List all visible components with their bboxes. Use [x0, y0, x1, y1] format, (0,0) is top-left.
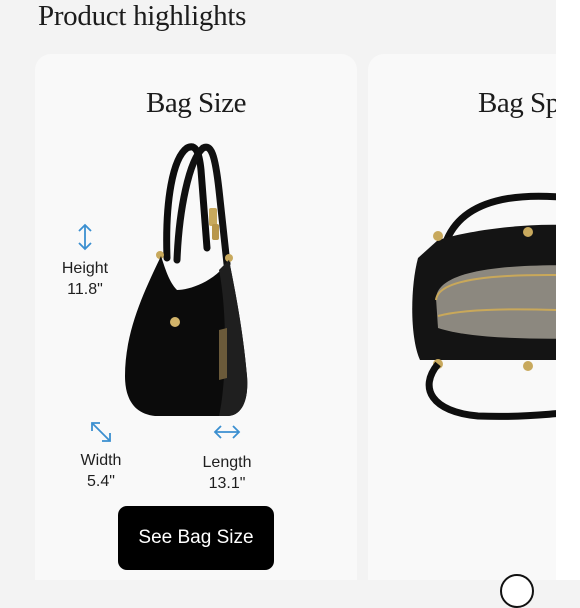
carousel-indicator[interactable]	[500, 574, 534, 608]
length-label: Length	[202, 454, 252, 471]
card-title: Bag Space	[478, 87, 556, 119]
width-label: Width	[80, 452, 122, 469]
vertical-arrow-icon	[78, 223, 92, 251]
height-label: Height	[61, 260, 109, 277]
width-value: 5.4"	[87, 473, 115, 490]
horizontal-arrow-icon	[213, 425, 241, 439]
width-dimension: Width 5.4"	[71, 420, 131, 492]
page-edge	[556, 0, 580, 580]
see-bag-size-button[interactable]: See Bag Size	[118, 506, 274, 570]
height-value: 11.8"	[67, 281, 103, 298]
length-dimension: Length 13.1"	[195, 424, 259, 494]
bag-product-image	[125, 143, 248, 416]
page-title: Product highlights	[38, 0, 247, 32]
bag-space-card: Bag Space	[368, 54, 556, 580]
height-dimension: Height 11.8"	[53, 222, 117, 300]
highlights-carousel[interactable]: Bag Size Height 11.8" Width 5.4" Length …	[0, 54, 556, 580]
card-title: Bag Size	[146, 87, 246, 119]
bag-size-card: Bag Size Height 11.8" Width 5.4" Length …	[35, 54, 357, 580]
length-value: 13.1"	[208, 475, 246, 492]
diagonal-arrow-icon	[91, 422, 111, 442]
bag-interior-image	[412, 192, 556, 420]
